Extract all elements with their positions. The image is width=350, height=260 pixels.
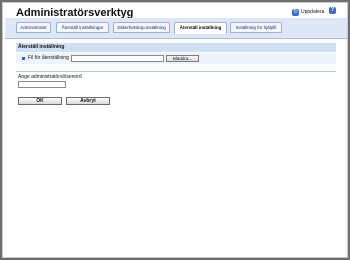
browse-button[interactable]: Bläddra...	[166, 55, 199, 62]
app-window: Administratörsverktyg ↻ Uppdatera ? Admi…	[2, 2, 348, 258]
update-button[interactable]: ↻ Uppdatera	[292, 7, 324, 17]
help-icon[interactable]: ?	[329, 7, 336, 14]
tab-help-file-settings[interactable]: Inställning för hjälpfil	[230, 22, 282, 33]
section-title: Återställ inställning	[18, 44, 65, 50]
refresh-icon: ↻	[292, 8, 299, 16]
section-header: Återställ inställning	[16, 43, 336, 52]
tab-bar: Administratör Återställ inställningar Sä…	[5, 18, 347, 39]
restore-file-input[interactable]	[71, 55, 164, 62]
tab-reset-settings[interactable]: Återställ inställningar	[56, 22, 109, 33]
ok-button[interactable]: OK	[18, 97, 62, 105]
restore-file-row: Fil för återställning Bläddra...	[16, 53, 336, 64]
tab-administrator[interactable]: Administratör	[16, 22, 51, 33]
tab-backup-settings[interactable]: Säkerhetskop.inställning	[113, 22, 170, 33]
admin-password-input[interactable]	[18, 81, 66, 88]
bullet-icon	[22, 57, 25, 60]
cancel-button[interactable]: Avbryt	[66, 97, 110, 105]
tab-restore-settings[interactable]: Återställ inställning	[174, 22, 227, 34]
update-label: Uppdatera	[301, 9, 325, 15]
restore-file-label: Fil för återställning	[28, 55, 69, 61]
divider	[16, 71, 336, 72]
admin-password-label: Ange administratörslösenord	[18, 74, 82, 80]
